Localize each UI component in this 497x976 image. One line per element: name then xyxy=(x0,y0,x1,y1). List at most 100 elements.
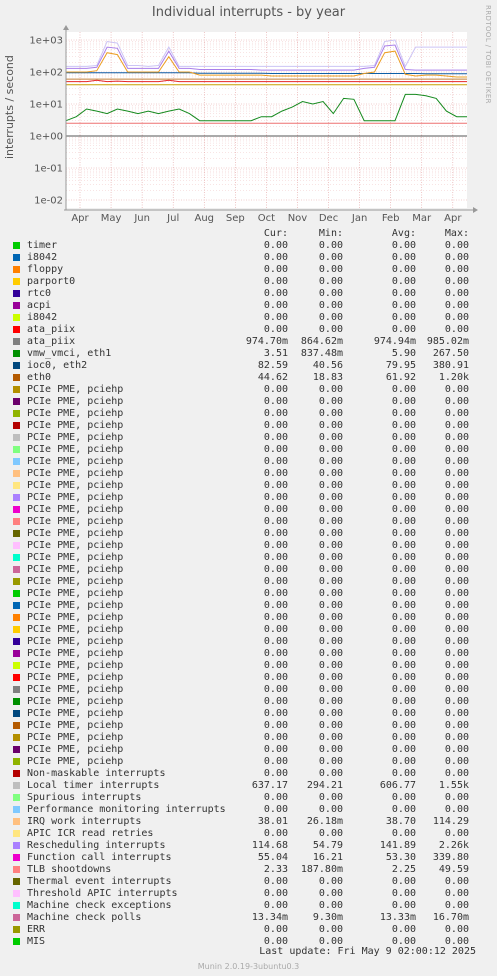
legend-max: 0.00 xyxy=(444,432,469,443)
legend-cur: 0.00 xyxy=(263,888,288,899)
legend-cur: 0.00 xyxy=(263,516,288,527)
last-update: Last update: Fri May 9 02:00:12 2025 xyxy=(259,946,476,957)
legend-label: Non-maskable interrupts xyxy=(27,768,166,779)
legend-min: 0.00 xyxy=(318,876,343,887)
legend-row: i8042 0.00 0.00 0.00 0.00 xyxy=(0,312,497,324)
legend-row: PCIe PME, pciehp 0.00 0.00 0.00 0.00 xyxy=(0,456,497,468)
legend-min: 0.00 xyxy=(318,828,343,839)
legend-label: timer xyxy=(27,240,58,251)
legend-max: 0.00 xyxy=(444,732,469,743)
legend-max: 0.00 xyxy=(444,612,469,623)
legend-avg: 13.33m xyxy=(379,912,416,923)
legend-row: rtc0 0.00 0.00 0.00 0.00 xyxy=(0,288,497,300)
legend-swatch xyxy=(13,590,20,597)
x-axis-arrow xyxy=(473,207,478,213)
legend-label: Thermal event interrupts xyxy=(27,876,172,887)
legend-max: 1.20k xyxy=(438,372,469,383)
legend-cur: 0.00 xyxy=(263,792,288,803)
legend-row: timer 0.00 0.00 0.00 0.00 xyxy=(0,240,497,252)
y-tick-label: 1e-01 xyxy=(34,164,63,175)
legend-cur: 0.00 xyxy=(263,768,288,779)
legend-row: PCIe PME, pciehp 0.00 0.00 0.00 0.00 xyxy=(0,564,497,576)
legend-min: 0.00 xyxy=(318,552,343,563)
legend-row: APIC ICR read retries 0.00 0.00 0.00 0.00 xyxy=(0,828,497,840)
legend-max: 0.00 xyxy=(444,684,469,695)
legend-label: PCIe PME, pciehp xyxy=(27,744,124,755)
legend-swatch xyxy=(13,842,20,849)
x-tick-label: Dec xyxy=(319,213,338,224)
legend-avg: 0.00 xyxy=(391,288,416,299)
legend-max: 339.80 xyxy=(432,852,469,863)
legend-max: 2.26k xyxy=(438,840,469,851)
legend-min: 26.18m xyxy=(306,816,343,827)
legend-cur: 114.68 xyxy=(251,840,288,851)
x-tick-label: May xyxy=(101,213,122,224)
legend-min: 0.00 xyxy=(318,708,343,719)
legend-cur: 82.59 xyxy=(257,360,288,371)
legend-label: PCIe PME, pciehp xyxy=(27,576,124,587)
legend-label: PCIe PME, pciehp xyxy=(27,696,124,707)
legend-min: 0.00 xyxy=(318,660,343,671)
legend-row: PCIe PME, pciehp 0.00 0.00 0.00 0.00 xyxy=(0,588,497,600)
legend-row: PCIe PME, pciehp 0.00 0.00 0.00 0.00 xyxy=(0,396,497,408)
legend-cur: 0.00 xyxy=(263,648,288,659)
legend-label: IRQ work interrupts xyxy=(27,816,142,827)
legend-min: 0.00 xyxy=(318,696,343,707)
legend-cur: 0.00 xyxy=(263,252,288,263)
legend-max: 0.00 xyxy=(444,312,469,323)
legend-swatch xyxy=(13,458,20,465)
legend-max: 0.00 xyxy=(444,588,469,599)
legend-swatch xyxy=(13,758,20,765)
legend-max: 0.00 xyxy=(444,324,469,335)
legend-avg: 0.00 xyxy=(391,732,416,743)
legend-swatch xyxy=(13,398,20,405)
legend-row: PCIe PME, pciehp 0.00 0.00 0.00 0.00 xyxy=(0,672,497,684)
legend-max: 0.00 xyxy=(444,576,469,587)
legend-max: 16.70m xyxy=(432,912,469,923)
legend-swatch xyxy=(13,902,20,909)
legend-avg: 606.77 xyxy=(379,780,416,791)
legend-max: 0.00 xyxy=(444,444,469,455)
legend-max: 985.02m xyxy=(426,336,469,347)
legend-cur: 0.00 xyxy=(263,468,288,479)
legend-swatch xyxy=(13,446,20,453)
legend-row: acpi 0.00 0.00 0.00 0.00 xyxy=(0,300,497,312)
legend-max: 0.00 xyxy=(444,600,469,611)
legend-max: 380.91 xyxy=(432,360,469,371)
legend-label: Rescheduling interrupts xyxy=(27,840,166,851)
legend-label: PCIe PME, pciehp xyxy=(27,636,124,647)
legend-label: PCIe PME, pciehp xyxy=(27,420,124,431)
legend-swatch xyxy=(13,698,20,705)
legend-swatch xyxy=(13,818,20,825)
legend-min: 864.62m xyxy=(300,336,343,347)
legend-min: 0.00 xyxy=(318,264,343,275)
legend-cur: 0.00 xyxy=(263,276,288,287)
legend-cur: 974.70m xyxy=(245,336,288,347)
legend-max: 0.00 xyxy=(444,552,469,563)
y-tick-label: 1e+02 xyxy=(29,68,63,79)
legend-min: 0.00 xyxy=(318,300,343,311)
legend-max: 0.00 xyxy=(444,756,469,767)
legend-swatch xyxy=(13,314,20,321)
legend-row: Non-maskable interrupts 0.00 0.00 0.00 0.00 xyxy=(0,768,497,780)
y-tick-label: 1e+00 xyxy=(29,132,63,143)
y-tick-label: 1e+01 xyxy=(29,100,63,111)
legend-avg: 53.30 xyxy=(385,852,416,863)
legend-label: PCIe PME, pciehp xyxy=(27,660,124,671)
legend-row: Performance monitoring interrupts 0.00 0.0… xyxy=(0,804,497,816)
legend-cur: 0.00 xyxy=(263,924,288,935)
legend-avg: 0.00 xyxy=(391,900,416,911)
legend-cur: 0.00 xyxy=(263,576,288,587)
legend-avg: 0.00 xyxy=(391,672,416,683)
legend-row: floppy 0.00 0.00 0.00 0.00 xyxy=(0,264,497,276)
legend-min: 0.00 xyxy=(318,252,343,263)
legend-swatch xyxy=(13,362,20,369)
legend-row: i8042 0.00 0.00 0.00 0.00 xyxy=(0,252,497,264)
legend-min: 0.00 xyxy=(318,240,343,251)
legend-avg: 0.00 xyxy=(391,576,416,587)
legend-max: 0.00 xyxy=(444,660,469,671)
legend-label: Threshold APIC interrupts xyxy=(27,888,178,899)
legend-avg: 0.00 xyxy=(391,468,416,479)
legend-max: 0.00 xyxy=(444,564,469,575)
legend-avg: 0.00 xyxy=(391,756,416,767)
